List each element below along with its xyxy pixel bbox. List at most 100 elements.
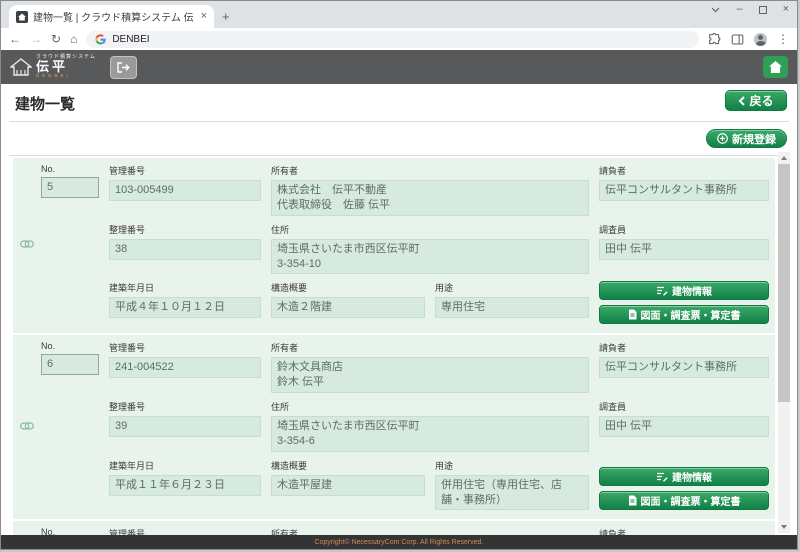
- built-date-label: 建築年月日: [109, 459, 261, 472]
- list-edit-icon: [656, 286, 668, 296]
- owner-value: 株式会社 伝平不動産 代表取締役 佐藤 伝平: [271, 180, 589, 216]
- building-info-label: 建物情報: [672, 469, 712, 484]
- built-date-label: 建築年月日: [109, 281, 261, 294]
- new-registration-button[interactable]: 新規登録: [706, 129, 787, 148]
- documents-button[interactable]: 図面・調査票・算定書: [599, 305, 769, 324]
- google-g-icon: [95, 34, 106, 45]
- seiri-value: 39: [109, 416, 261, 437]
- building-info-button[interactable]: 建物情報: [599, 281, 769, 300]
- new-registration-label: 新規登録: [732, 131, 776, 147]
- structure-label: 構造概要: [271, 281, 425, 294]
- new-tab-button[interactable]: +: [222, 9, 230, 24]
- building-record: No.5 管理番号103-005499 所有者株式会社 伝平不動産 代表取締役 …: [13, 158, 775, 333]
- browser-tab[interactable]: 建物一覧 | クラウド積算システム 伝 ×: [9, 5, 214, 28]
- back-nav-icon[interactable]: ←: [9, 33, 21, 45]
- no-label: No.: [41, 164, 99, 174]
- url-text: DENBEI: [112, 34, 149, 45]
- logout-icon: [117, 62, 130, 73]
- maximize-button[interactable]: [759, 6, 767, 14]
- close-window-button[interactable]: ×: [783, 4, 789, 15]
- contractor-label: 請負者: [599, 527, 769, 535]
- copyright-text: Copyright© NecessaryCom Corp. All Rights…: [315, 539, 484, 546]
- toolbar-right: ⋮: [708, 33, 789, 46]
- scrollbar-thumb[interactable]: [778, 164, 790, 402]
- chevron-left-icon: [738, 96, 745, 106]
- address-value: 埼玉県さいたま市西区伝平町 3-354-10: [271, 239, 589, 275]
- browser-toolbar: ← → ↻ ⌂ DENBEI ⋮: [1, 28, 797, 50]
- structure-label: 構造概要: [271, 459, 425, 472]
- forward-nav-icon[interactable]: →: [30, 33, 42, 45]
- use-value: 専用住宅: [435, 297, 589, 318]
- new-registration-row: 新規登録: [1, 122, 797, 155]
- side-panel-icon[interactable]: [731, 33, 744, 46]
- logo-text: クラウド積算システム 伝平 DENBEI: [36, 55, 96, 80]
- tab-strip: 建物一覧 | クラウド積算システム 伝 × + – ×: [1, 1, 797, 28]
- document-icon: [628, 495, 637, 506]
- contractor-value: 伝平コンサルタント事務所: [599, 180, 769, 201]
- favicon-icon: [16, 11, 28, 23]
- seiri-label: 整理番号: [109, 223, 261, 236]
- back-button[interactable]: 戻る: [725, 90, 787, 111]
- logo-house-icon: [10, 58, 32, 76]
- denbei-logo: クラウド積算システム 伝平 DENBEI: [10, 55, 96, 80]
- logo-name: 伝平: [36, 60, 96, 74]
- tab-close-icon[interactable]: ×: [201, 11, 207, 22]
- browser-window: 建物一覧 | クラウド積算システム 伝 × + – × ← → ↻ ⌂ DENB…: [0, 0, 798, 550]
- investigator-label: 調査員: [599, 400, 769, 413]
- documents-button[interactable]: 図面・調査票・算定書: [599, 491, 769, 510]
- owner-value: 鈴木文具商店 鈴木 伝平: [271, 357, 589, 393]
- no-label: No.: [41, 341, 99, 351]
- owner-label: 所有者: [271, 164, 589, 177]
- link-icon[interactable]: [20, 240, 34, 248]
- owner-label: 所有者: [271, 341, 589, 354]
- investigator-value: 田中 伝平: [599, 239, 769, 260]
- tab-search-chevron-icon[interactable]: [711, 7, 720, 13]
- kanri-value: 103-005499: [109, 180, 261, 201]
- logo-romaji: DENBEI: [36, 74, 96, 79]
- list-edit-icon: [656, 472, 668, 482]
- home-nav-icon[interactable]: ⌂: [70, 33, 77, 45]
- use-value: 併用住宅（専用住宅、店舗・事務所）: [435, 475, 589, 511]
- investigator-value: 田中 伝平: [599, 416, 769, 437]
- kanri-value: 241-004522: [109, 357, 261, 378]
- divider: [9, 155, 789, 156]
- profile-avatar[interactable]: [754, 33, 767, 46]
- logout-button[interactable]: [110, 56, 137, 79]
- back-button-label: 戻る: [749, 92, 773, 109]
- minimize-button[interactable]: –: [736, 4, 742, 15]
- scroll-up-icon[interactable]: [781, 156, 787, 160]
- structure-value: 木造２階建: [271, 297, 425, 318]
- contractor-label: 請負者: [599, 341, 769, 354]
- building-record: No.6 管理番号241-004522 所有者鈴木文具商店 鈴木 伝平 請負者伝…: [13, 335, 775, 519]
- built-date-value: 平成４年１０月１２日: [109, 297, 261, 318]
- structure-value: 木造平屋建: [271, 475, 425, 496]
- tab-title: 建物一覧 | クラウド積算システム 伝: [33, 9, 196, 24]
- kanri-label: 管理番号: [109, 527, 261, 535]
- record-fields: No.7 管理番号332-002287 所有者山田 伝平 請負者伝平コンサルタン…: [41, 527, 769, 535]
- app-home-button[interactable]: [763, 56, 788, 78]
- title-row: 建物一覧 戻る: [1, 84, 797, 121]
- address-bar[interactable]: DENBEI: [86, 31, 699, 48]
- main-content: 建物一覧 戻る 新規登録 No. 5 管理番号 103-005499: [1, 84, 797, 535]
- record-icon-col: [17, 527, 37, 535]
- seiri-label: 整理番号: [109, 400, 261, 413]
- reload-icon[interactable]: ↻: [51, 33, 61, 45]
- link-icon[interactable]: [20, 422, 34, 430]
- owner-label: 所有者: [271, 527, 589, 535]
- extensions-puzzle-icon[interactable]: [708, 33, 721, 46]
- no-value: 6: [41, 354, 99, 375]
- scroll-down-icon[interactable]: [781, 525, 787, 529]
- kanri-label: 管理番号: [109, 341, 261, 354]
- document-icon: [628, 309, 637, 320]
- content-scrollbar[interactable]: [778, 152, 790, 533]
- seiri-value: 38: [109, 239, 261, 260]
- kebab-menu-icon[interactable]: ⋮: [777, 33, 789, 45]
- no-label: No.: [41, 527, 99, 535]
- building-info-button[interactable]: 建物情報: [599, 467, 769, 486]
- plus-circle-icon: [717, 133, 728, 144]
- use-label: 用途: [435, 281, 589, 294]
- documents-label: 図面・調査票・算定書: [641, 307, 741, 322]
- no-value: 5: [41, 177, 99, 198]
- record-icon-col: [17, 164, 37, 324]
- app-header: クラウド積算システム 伝平 DENBEI: [1, 50, 797, 84]
